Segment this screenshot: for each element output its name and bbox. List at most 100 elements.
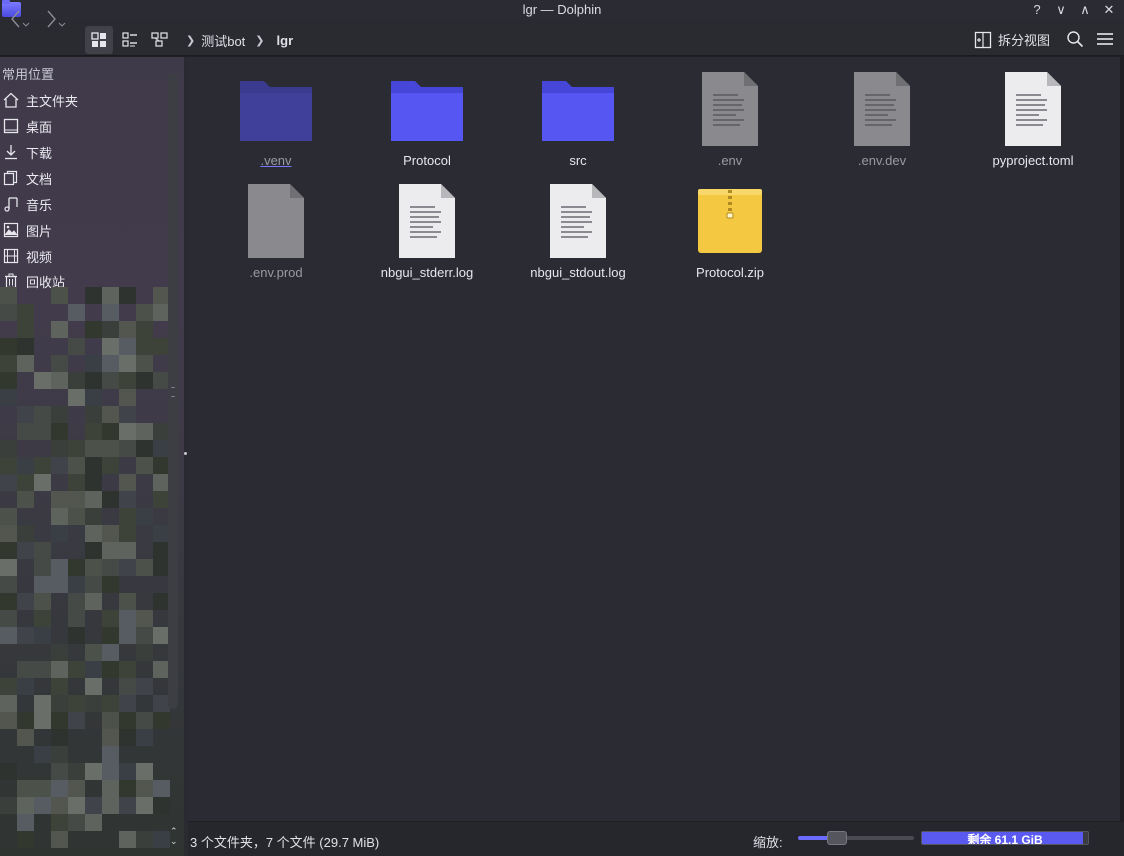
pixel-block [119, 321, 136, 338]
pixel-block [136, 423, 153, 440]
pixel-block [51, 678, 68, 695]
breadcrumb-current[interactable]: lgr [277, 33, 294, 48]
hamburger-menu-button[interactable] [1094, 28, 1116, 50]
pixel-block [68, 712, 85, 729]
pixel-block [119, 661, 136, 678]
pixel-block [51, 814, 68, 831]
pixel-block [102, 542, 119, 559]
pixel-block [51, 576, 68, 593]
file-item[interactable]: nbgui_stdout.log [503, 181, 653, 291]
sidebar-item-downloads[interactable]: 下载 [2, 141, 162, 163]
pixel-block [136, 338, 153, 355]
pixel-block [85, 440, 102, 457]
pixel-block [17, 474, 34, 491]
pixel-block [136, 712, 153, 729]
pixel-block [34, 780, 51, 797]
sidebar-item-documents[interactable]: 文档 [2, 167, 162, 189]
pixel-block [51, 746, 68, 763]
pixel-block [0, 678, 17, 695]
sidebar-item-desktop[interactable]: 桌面 [2, 115, 162, 137]
file-item[interactable]: .env [655, 69, 805, 179]
pixel-block [68, 491, 85, 508]
video-icon [2, 247, 20, 265]
pixel-block [102, 695, 119, 712]
free-space-label: 剩余 61.1 GiB [967, 833, 1043, 845]
pixel-block [102, 321, 119, 338]
pixel-block [34, 474, 51, 491]
forward-button[interactable] [40, 8, 68, 30]
file-item[interactable]: Protocol.zip [655, 181, 805, 291]
compact-view-button[interactable] [148, 26, 172, 54]
sidebar-item-home[interactable]: 主文件夹 [2, 89, 162, 111]
maximize-button[interactable]: ∧ [1076, 1, 1094, 19]
pixel-block [34, 542, 51, 559]
pixel-block [119, 610, 136, 627]
file-item[interactable]: .env.dev [807, 69, 957, 179]
pixel-block [136, 355, 153, 372]
free-space-indicator[interactable]: 剩余 61.1 GiB [921, 831, 1089, 845]
text-file-icon [993, 69, 1073, 149]
pixel-block [136, 321, 153, 338]
split-view-button[interactable]: 拆分视图 [974, 30, 1050, 49]
pixel-block [17, 814, 34, 831]
pixel-block [0, 559, 17, 576]
pixel-block [85, 406, 102, 423]
sidebar-item-label: 图片 [26, 223, 53, 239]
pixel-block [68, 797, 85, 814]
pixel-block [34, 372, 51, 389]
pixel-block [68, 610, 85, 627]
help-button[interactable]: ? [1028, 1, 1046, 19]
file-item[interactable]: .env.prod [201, 181, 351, 291]
scroll-up-icon[interactable]: ⌃ [170, 826, 178, 836]
pixel-block [17, 321, 34, 338]
file-item[interactable]: .venv [201, 69, 351, 179]
sidebar-item-pictures[interactable]: 图片 [2, 219, 162, 241]
pixel-block [102, 406, 119, 423]
pixel-block [85, 287, 102, 304]
pixel-block [102, 338, 119, 355]
pixel-block [17, 457, 34, 474]
scroll-down-icon[interactable]: ⌄ [170, 836, 178, 846]
zoom-slider[interactable] [798, 831, 914, 845]
sidebar-scroll-arrows[interactable]: ⌃ ⌄ [170, 826, 178, 846]
back-button[interactable] [4, 8, 32, 30]
sidebar-item-label: 文档 [26, 171, 53, 187]
search-button[interactable] [1064, 28, 1086, 50]
file-item[interactable]: pyproject.toml [958, 69, 1108, 179]
pixel-block [85, 763, 102, 780]
pixel-block [51, 712, 68, 729]
file-name: pyproject.toml [992, 153, 1074, 168]
sidebar-item-music[interactable]: 音乐 [2, 193, 162, 215]
pixel-block [17, 525, 34, 542]
pixel-block [85, 389, 102, 406]
pixel-block [136, 627, 153, 644]
minimize-button[interactable]: ∨ [1052, 1, 1070, 19]
pixel-block [51, 440, 68, 457]
pixel-block [102, 423, 119, 440]
zoom-slider-handle[interactable] [827, 831, 847, 845]
pixel-block [34, 712, 51, 729]
pixel-block [0, 372, 17, 389]
file-name: nbgui_stderr.log [380, 265, 474, 280]
pixel-block [34, 576, 51, 593]
file-item[interactable]: src [503, 69, 653, 179]
icons-view-button[interactable] [85, 26, 113, 54]
sidebar-item-videos[interactable]: 视频 [2, 245, 162, 267]
pixel-block [51, 729, 68, 746]
details-view-button[interactable] [118, 26, 142, 54]
pixel-block [153, 780, 170, 797]
pixel-block [119, 525, 136, 542]
sidebar-item-label: 音乐 [26, 197, 53, 213]
pixel-block [85, 423, 102, 440]
pixel-block [136, 457, 153, 474]
pixel-block [17, 678, 34, 695]
file-item[interactable]: nbgui_stderr.log [352, 181, 502, 291]
pixel-block [119, 406, 136, 423]
breadcrumb-item[interactable]: 测试bot [201, 31, 245, 50]
pixel-block [51, 508, 68, 525]
close-button[interactable]: ✕ [1100, 1, 1118, 19]
file-item[interactable]: Protocol [352, 69, 502, 179]
pixel-block [0, 525, 17, 542]
pixel-block [51, 423, 68, 440]
pixel-block [136, 780, 153, 797]
